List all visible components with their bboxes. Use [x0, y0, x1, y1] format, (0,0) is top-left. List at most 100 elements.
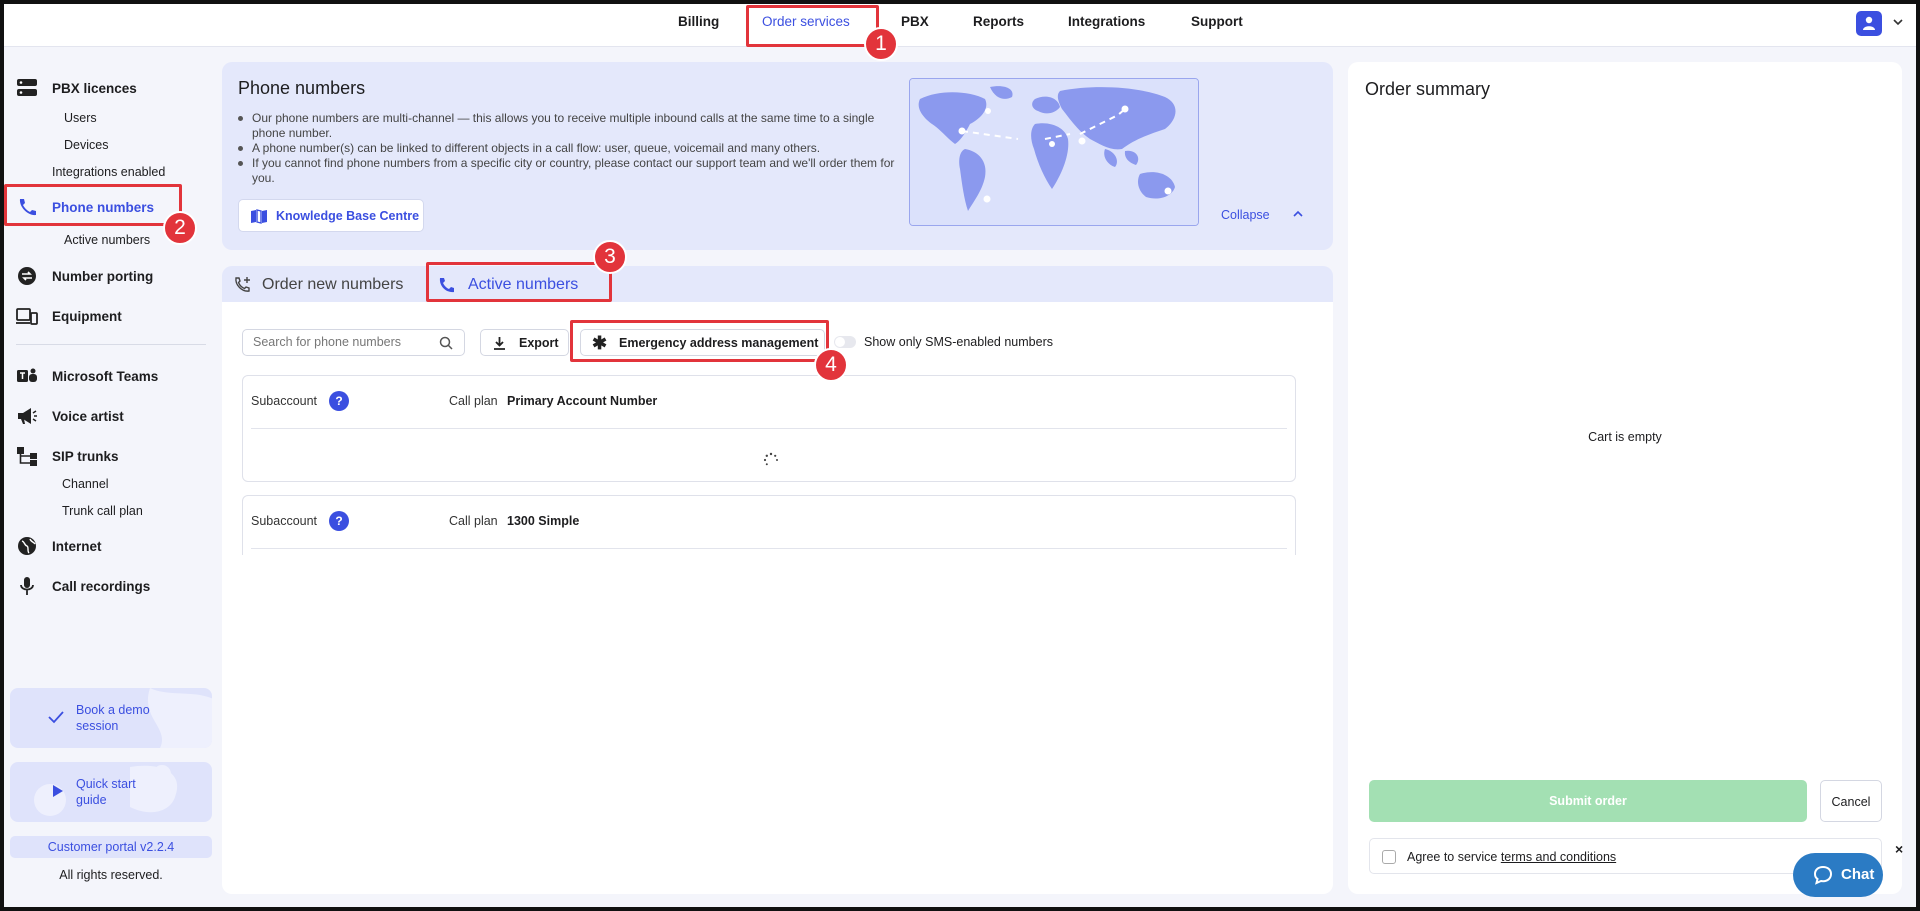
call-plan-label: Call plan: [449, 394, 498, 408]
sidebar-item-call-recordings[interactable]: Call recordings: [52, 579, 150, 594]
tab-active-numbers-label: Active numbers: [468, 276, 579, 293]
play-icon: [53, 785, 63, 797]
submit-order-button[interactable]: Submit order: [1369, 780, 1807, 822]
annotation-badge-3: 3: [593, 240, 627, 274]
sidebar-item-devices[interactable]: Devices: [64, 138, 108, 152]
terms-prefix: Agree to service: [1407, 850, 1498, 864]
chat-bubble-icon: [1813, 865, 1833, 885]
book-demo-label-1: Book a demo: [76, 703, 150, 717]
sidebar-item-number-porting[interactable]: Number porting: [52, 269, 153, 284]
server-icon: [17, 79, 37, 96]
call-plan-value: 1300 Simple: [507, 514, 580, 528]
sidebar-item-channel[interactable]: Channel: [62, 477, 109, 491]
loading-spinner-icon: [763, 452, 778, 466]
knowledge-base-button[interactable]: Knowledge Base Centre: [238, 199, 424, 232]
info-bullet: If you cannot find phone numbers from a …: [238, 156, 898, 186]
top-navigation: Billing Order services PBX Reports Integ…: [0, 0, 1920, 47]
terms-link[interactable]: terms and conditions: [1501, 850, 1616, 864]
teams-icon: [17, 368, 37, 382]
nav-integrations[interactable]: Integrations: [1068, 14, 1145, 29]
subaccount-group: Subaccount ? Call plan Primary Account N…: [242, 375, 1296, 482]
chat-button[interactable]: Chat: [1793, 853, 1883, 897]
annotation-badge-4: 4: [814, 348, 848, 382]
nav-pbx[interactable]: PBX: [901, 14, 929, 29]
group-divider: [251, 548, 1287, 549]
microphone-icon: [20, 577, 34, 595]
nav-billing[interactable]: Billing: [678, 14, 719, 29]
page-title: Phone numbers: [238, 78, 366, 98]
user-avatar-button[interactable]: [1856, 11, 1882, 36]
chevron-down-icon[interactable]: [1892, 16, 1904, 28]
export-label: Export: [519, 336, 559, 350]
book-map-icon: [251, 209, 267, 224]
sidebar-item-phone-numbers[interactable]: Phone numbers: [52, 200, 154, 215]
chat-close-icon[interactable]: ×: [1895, 841, 1903, 857]
phone-numbers-info-card: Phone numbers Our phone numbers are mult…: [222, 62, 1333, 250]
sidebar-item-microsoft-teams[interactable]: Microsoft Teams: [52, 369, 158, 384]
collapse-link[interactable]: Collapse: [1221, 208, 1270, 222]
terms-text: Agree to service terms and conditions: [1407, 850, 1616, 864]
subaccount-group: Subaccount ? Call plan 1300 Simple: [242, 495, 1296, 555]
sidebar-item-internet[interactable]: Internet: [52, 539, 102, 554]
sidebar-item-voice-artist[interactable]: Voice artist: [52, 409, 124, 424]
cancel-button[interactable]: Cancel: [1820, 780, 1882, 822]
emergency-address-label: Emergency address management: [619, 336, 819, 350]
search-icon[interactable]: [439, 336, 453, 350]
order-summary-title: Order summary: [1365, 79, 1491, 99]
sidebar-item-pbx-licences[interactable]: PBX licences: [52, 81, 137, 96]
sidebar-item-equipment[interactable]: Equipment: [52, 309, 122, 324]
nav-order-services[interactable]: Order services: [762, 14, 850, 29]
numbers-tabbar: Order new numbers Active numbers: [222, 266, 1333, 302]
phone-icon: [439, 278, 454, 293]
sidebar: PBX licences Users Devices Integrations …: [0, 47, 218, 911]
active-numbers-panel: Export ✱ Emergency address management Sh…: [222, 302, 1333, 894]
knowledge-base-label: Knowledge Base Centre: [276, 209, 420, 223]
nav-support[interactable]: Support: [1191, 14, 1243, 29]
help-icon[interactable]: ?: [329, 511, 349, 531]
search-box: [242, 329, 465, 356]
cart-empty-text: Cart is empty: [1588, 430, 1662, 444]
phone-add-icon: [235, 277, 250, 292]
megaphone-icon: [18, 408, 37, 424]
tab-order-new-numbers-label: Order new numbers: [262, 276, 404, 293]
sidebar-item-integrations-enabled[interactable]: Integrations enabled: [52, 165, 165, 179]
quick-start-card[interactable]: Quick start guide: [10, 762, 212, 822]
search-input[interactable]: [253, 335, 433, 349]
globe-icon: [18, 537, 36, 555]
download-icon: [494, 337, 505, 350]
world-map: [909, 78, 1199, 226]
sidebar-item-users[interactable]: Users: [64, 111, 97, 125]
annotation-badge-2: 2: [163, 211, 197, 245]
check-icon: [48, 711, 64, 724]
quick-start-label-1: Quick start: [76, 777, 136, 791]
quick-start-label-2: guide: [76, 793, 107, 807]
world-map-illustration: [910, 79, 1198, 225]
info-bullets: Our phone numbers are multi-channel — th…: [238, 111, 898, 186]
chat-label: Chat: [1841, 866, 1875, 883]
asterisk-icon: ✱: [592, 333, 608, 353]
order-summary: Order summary Cart is empty Submit order…: [1348, 62, 1902, 894]
devices-icon: [16, 308, 38, 325]
sidebar-item-sip-trunks[interactable]: SIP trunks: [52, 449, 119, 464]
sip-trunks-icon: [17, 447, 37, 466]
sidebar-item-active-numbers[interactable]: Active numbers: [64, 233, 150, 247]
help-icon[interactable]: ?: [329, 391, 349, 411]
sms-only-toggle[interactable]: [834, 336, 856, 348]
sidebar-item-trunk-call-plan[interactable]: Trunk call plan: [62, 504, 143, 518]
rights-text: All rights reserved.: [59, 868, 163, 882]
export-button[interactable]: Export: [480, 329, 569, 356]
emergency-address-button[interactable]: ✱ Emergency address management: [580, 329, 825, 356]
user-icon: [1863, 16, 1875, 30]
phone-icon: [19, 199, 36, 216]
annotation-badge-1: 1: [864, 27, 898, 61]
terms-checkbox[interactable]: [1382, 850, 1396, 864]
subaccount-label: Subaccount: [251, 514, 318, 528]
info-bullet: A phone number(s) can be linked to diffe…: [238, 141, 898, 156]
nav-reports[interactable]: Reports: [973, 14, 1024, 29]
info-bullet: Our phone numbers are multi-channel — th…: [238, 111, 898, 141]
sms-only-label: Show only SMS-enabled numbers: [864, 335, 1053, 349]
book-demo-label-2: session: [76, 719, 119, 733]
porting-icon: [18, 267, 36, 285]
book-demo-card[interactable]: Book a demo session: [10, 688, 212, 748]
chevron-up-icon[interactable]: [1292, 208, 1304, 220]
